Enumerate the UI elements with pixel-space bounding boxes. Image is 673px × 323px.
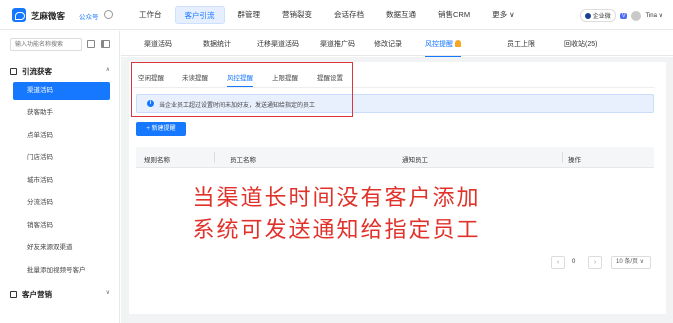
user-group-icon	[10, 68, 17, 75]
sidebar-item-batch-add[interactable]: 批量添加视频号客户	[13, 262, 110, 280]
enterprise-label: 企业微	[592, 14, 611, 20]
top-header: 芝麻微客 公众号 工作台 客户引流 群管理 营销裂变 会话存档 数据互通 销售C…	[0, 0, 673, 30]
overlay-caption-line2: 系统可发送通知给指定员工	[192, 218, 481, 243]
verified-badge: V	[619, 12, 628, 19]
column-divider	[562, 152, 563, 163]
sidebar-group-title: 引流获客	[22, 67, 52, 76]
nav-item-customer-acquisition[interactable]: 客户引流	[174, 6, 225, 24]
highlight-box	[131, 62, 353, 117]
add-alert-button[interactable]: + 新建提醒	[136, 122, 186, 136]
collapse-sidebar-icon[interactable]	[101, 40, 110, 48]
page-number[interactable]: 0	[572, 259, 575, 265]
sidebar-item-order-code[interactable]: 点单活码	[13, 127, 110, 145]
chevron-down-icon: ∨	[105, 290, 110, 296]
nav-item-workbench[interactable]: 工作台	[130, 6, 171, 24]
column-divider	[214, 152, 215, 163]
nav-item-group-management[interactable]: 群管理	[229, 6, 270, 24]
column-staff-name: 员工名称	[230, 157, 256, 164]
sidebar-group-marketing[interactable]: 客户营销 ∨	[10, 289, 110, 300]
grid-icon[interactable]	[87, 40, 95, 48]
tab-risk-alert[interactable]: 风控提醒	[425, 39, 461, 57]
sidebar-item-channel-code[interactable]: 渠道活码	[13, 82, 110, 100]
sidebar: 引流获客 ∧ 渠道活码 获客助手 点单活码 门店活码 城市活码 分流活码 销客活…	[0, 31, 120, 323]
tab-label: 风控提醒	[425, 41, 453, 48]
tab-change-log[interactable]: 修改记录	[374, 39, 402, 49]
account-type-label[interactable]: 公众号	[79, 11, 99, 21]
column-actions: 操作	[568, 157, 581, 164]
tab-channel-code[interactable]: 渠道活码	[144, 39, 172, 49]
tab-promotion-code[interactable]: 渠道推广码	[320, 39, 355, 49]
page-size-select[interactable]: 10 条/页 ∨	[611, 256, 651, 269]
sidebar-search-input[interactable]	[10, 38, 82, 51]
enterprise-badge[interactable]: 企业微	[579, 9, 616, 22]
table-header: 规则名称 员工名称 通知员工 操作	[136, 147, 654, 168]
nav-item-marketing[interactable]: 营销裂变	[273, 6, 321, 24]
brand-name: 芝麻微客	[31, 11, 66, 21]
tab-recycle-bin[interactable]: 回收站(25)	[564, 39, 597, 49]
nav-item-sales-crm[interactable]: 销售CRM	[429, 6, 479, 24]
sidebar-item-acquisition-assistant[interactable]: 获客助手	[13, 104, 110, 122]
avatar[interactable]	[631, 10, 642, 21]
tab-migrate-code[interactable]: 迁移渠道活码	[257, 39, 299, 49]
tab-data-stats[interactable]: 数据统计	[203, 39, 231, 49]
nav-item-data-sync[interactable]: 数据互通	[377, 6, 425, 24]
user-name[interactable]: Tina ∨	[645, 12, 663, 19]
column-notify-staff: 通知员工	[402, 157, 428, 164]
chevron-up-icon: ∧	[105, 67, 110, 73]
sidebar-item-store-code[interactable]: 门店活码	[13, 149, 110, 167]
column-rule-name: 规则名称	[144, 157, 170, 164]
bookmark-icon	[10, 291, 17, 298]
sidebar-group-acquisition[interactable]: 引流获客 ∧	[10, 66, 110, 77]
theme-toggle-icon[interactable]	[104, 10, 113, 19]
header-tools: 企业微 V Tina ∨	[579, 9, 663, 22]
fire-icon	[455, 40, 461, 47]
nav-item-more[interactable]: 更多 ∨	[483, 6, 524, 24]
tab-staff-limit[interactable]: 员工上限	[507, 39, 535, 49]
overlay-caption-line1: 当渠道长时间没有客户添加	[192, 186, 481, 211]
enterprise-icon	[584, 12, 591, 19]
sidebar-group-title: 客户营销	[22, 290, 52, 299]
tab-bar: 渠道活码 数据统计 迁移渠道活码 渠道推广码 修改记录 风控提醒 员工上限 回收…	[121, 31, 673, 57]
prev-page-button[interactable]: ‹	[551, 256, 565, 269]
nav-item-chat-archive[interactable]: 会话存档	[325, 6, 373, 24]
next-page-button[interactable]: ›	[588, 256, 602, 269]
logo-icon	[12, 8, 26, 22]
top-nav: 工作台 客户引流 群管理 营销裂变 会话存档 数据互通 销售CRM 更多 ∨	[130, 6, 528, 24]
